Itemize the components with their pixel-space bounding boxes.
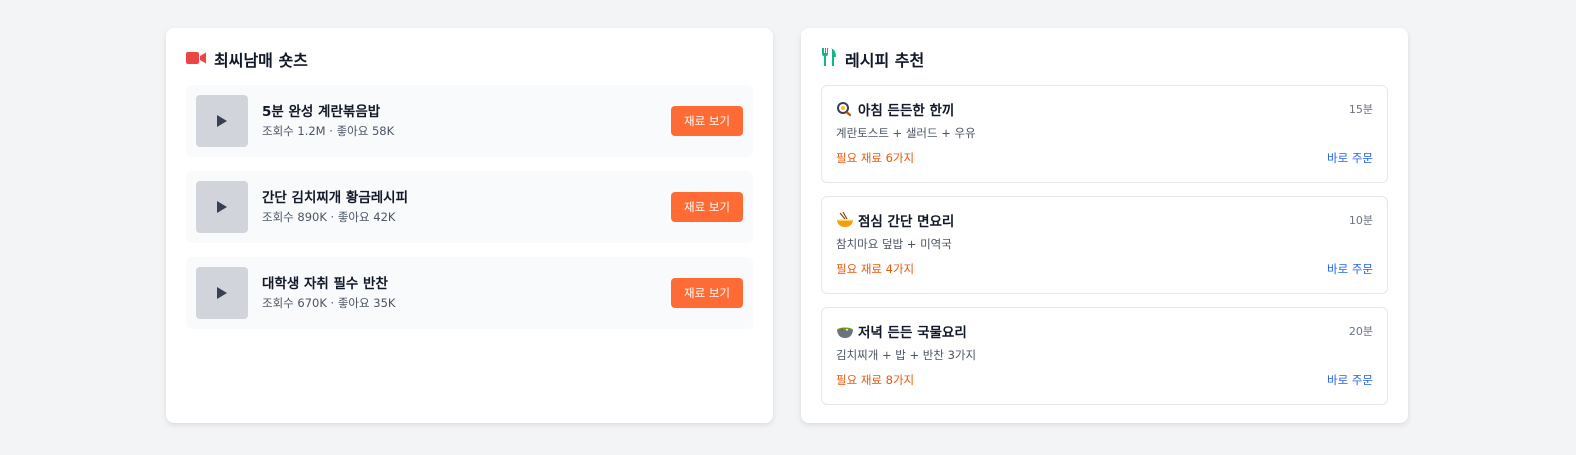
view-ingredients-button[interactable]: 재료 보기 [671, 192, 743, 222]
required-ingredients: 필요 재료 8가지 [836, 373, 915, 387]
recipe-description: 김치찌개 + 밥 + 반찬 3가지 [836, 348, 977, 362]
short-item[interactable]: 간단 김치찌개 황금레시피 조회수 890K · 좋아요 42K 재료 보기 [186, 171, 753, 243]
recipes-header: 레시피 추천 [821, 48, 1388, 70]
video-thumbnail[interactable] [196, 267, 248, 319]
recipe-time: 20분 [1348, 325, 1373, 338]
recipe-card[interactable]: 저녁 든든 국물요리 20분 김치찌개 + 밥 + 반찬 3가지 필요 재료 8… [821, 307, 1388, 405]
video-thumbnail[interactable] [196, 181, 248, 233]
order-now-link[interactable]: 바로 주문 [1327, 372, 1373, 388]
shorts-header: 최씨남매 숏츠 [186, 48, 753, 70]
view-ingredients-button[interactable]: 재료 보기 [671, 106, 743, 136]
recipe-time: 10분 [1348, 214, 1373, 227]
order-now-link[interactable]: 바로 주문 [1327, 150, 1373, 166]
play-icon [217, 201, 227, 213]
required-ingredients: 필요 재료 4가지 [836, 262, 915, 276]
recipe-title: 저녁 든든 국물요리 [858, 325, 967, 341]
short-title: 간단 김치찌개 황금레시피 [262, 190, 409, 206]
short-stats: 조회수 1.2M · 좋아요 58K [262, 124, 395, 138]
shorts-title: 최씨남매 숏츠 [214, 51, 308, 70]
short-stats: 조회수 670K · 좋아요 35K [262, 296, 396, 310]
video-camera-icon [186, 50, 206, 69]
order-now-link[interactable]: 바로 주문 [1327, 261, 1373, 277]
recipe-card[interactable]: 아침 든든한 한끼 15분 계란토스트 + 샐러드 + 우유 필요 재료 6가지… [821, 85, 1388, 183]
recipe-description: 계란토스트 + 샐러드 + 우유 [836, 126, 976, 140]
utensils-icon [821, 48, 837, 70]
page: 최씨남매 숏츠 5분 완성 계란볶음밥 조회수 1.2M · 좋아요 58K 재… [0, 0, 1576, 455]
play-icon [217, 115, 227, 127]
short-title: 5분 완성 계란볶음밥 [262, 104, 381, 120]
recipes-title: 레시피 추천 [845, 51, 925, 70]
shorts-card: 최씨남매 숏츠 5분 완성 계란볶음밥 조회수 1.2M · 좋아요 58K 재… [166, 28, 773, 423]
play-icon [217, 287, 227, 299]
video-thumbnail[interactable] [196, 95, 248, 147]
short-item[interactable]: 대학생 자취 필수 반찬 조회수 670K · 좋아요 35K 재료 보기 [186, 257, 753, 329]
short-stats: 조회수 890K · 좋아요 42K [262, 210, 396, 224]
frying-pan-icon [836, 100, 854, 118]
noodle-bowl-icon [836, 211, 854, 229]
view-ingredients-button[interactable]: 재료 보기 [671, 278, 743, 308]
short-title: 대학생 자취 필수 반찬 [262, 276, 388, 292]
recipe-title: 점심 간단 면요리 [858, 214, 955, 230]
recipe-card[interactable]: 점심 간단 면요리 10분 참치마요 덮밥 + 미역국 필요 재료 4가지 바로… [821, 196, 1388, 294]
recipe-time: 15분 [1348, 103, 1373, 116]
recipe-title: 아침 든든한 한끼 [858, 103, 955, 119]
stew-bowl-icon [836, 322, 854, 340]
short-item[interactable]: 5분 완성 계란볶음밥 조회수 1.2M · 좋아요 58K 재료 보기 [186, 85, 753, 157]
recipes-card: 레시피 추천 아침 든든한 한끼 15분 계란토스트 + 샐러드 + 우유 필요… [801, 28, 1408, 423]
recipe-description: 참치마요 덮밥 + 미역국 [836, 237, 952, 251]
required-ingredients: 필요 재료 6가지 [836, 151, 915, 165]
